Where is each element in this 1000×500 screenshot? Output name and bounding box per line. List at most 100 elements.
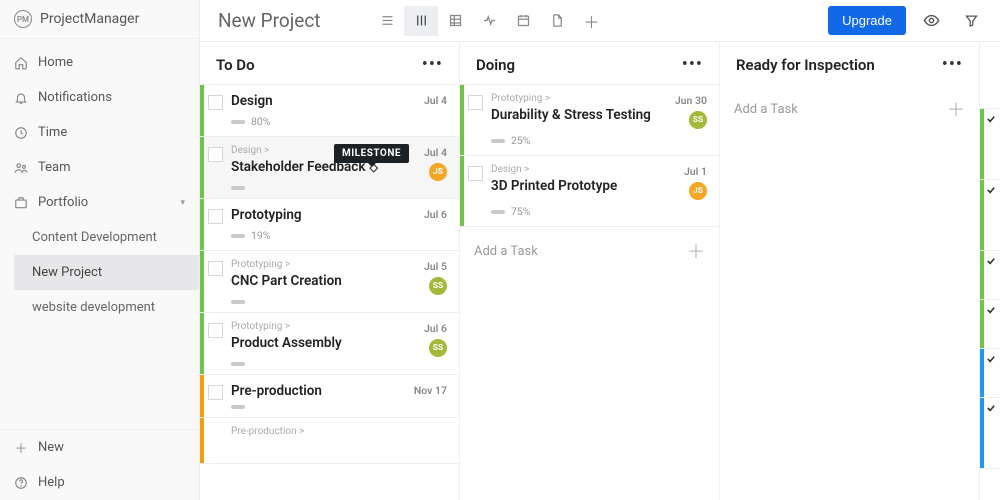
- view-grid-button[interactable]: [438, 6, 472, 36]
- sidebar-item-portfolio[interactable]: Portfolio ▾: [0, 185, 199, 220]
- column-menu-button[interactable]: •••: [422, 63, 443, 67]
- visibility-button[interactable]: [916, 12, 946, 29]
- task-checkbox[interactable]: [468, 95, 483, 110]
- task-checkbox[interactable]: [208, 147, 223, 162]
- sidebar-item-new[interactable]: ＋ New: [0, 430, 199, 465]
- sidebar-item-team[interactable]: Team: [0, 150, 199, 185]
- assignee-avatar[interactable]: SS: [429, 339, 447, 357]
- add-task-label: Add a Task: [734, 102, 798, 117]
- sidebar-item-time[interactable]: Time: [0, 115, 199, 150]
- progress-pct: 75%: [511, 205, 531, 218]
- add-task-button[interactable]: Add a Task ＋: [460, 226, 719, 276]
- milestone-tooltip: MILESTONE: [334, 144, 409, 163]
- task-title: CNC Part Creation: [231, 273, 399, 289]
- task-checkbox[interactable]: [208, 385, 223, 400]
- brand: PM ProjectManager: [0, 0, 199, 39]
- subnav-website-development[interactable]: website development: [14, 290, 199, 325]
- task-card[interactable]: Prototyping > CNC Part Creation Jul 5 SS: [200, 250, 459, 313]
- project-title[interactable]: New Project: [218, 9, 320, 32]
- sidebar-item-label: New: [38, 440, 64, 455]
- assignee-avatar[interactable]: JS: [429, 163, 447, 181]
- primary-nav: Home Notifications Time Team Portfolio ▾…: [0, 39, 199, 429]
- column-title: To Do: [216, 56, 255, 74]
- view-list-button[interactable]: [370, 6, 404, 36]
- view-calendar-button[interactable]: [506, 6, 540, 36]
- subnav-new-project[interactable]: New Project: [14, 255, 199, 290]
- column-body: Prototyping > Durability & Stress Testin…: [460, 84, 719, 500]
- column-ready: Ready for Inspection ••• Add a Task ＋: [720, 42, 980, 500]
- assignee-avatar[interactable]: SS: [689, 111, 707, 129]
- task-checkbox[interactable]: [208, 209, 223, 224]
- portfolio-subnav: Content Development New Project website …: [0, 220, 199, 325]
- task-card[interactable]: Design > Stakeholder Feedback ◇ Jul 4 JS: [200, 136, 459, 199]
- sidebar-item-label: Portfolio: [38, 195, 88, 210]
- people-icon: [14, 161, 28, 175]
- task-card-stub[interactable]: [980, 250, 1000, 300]
- task-card-stub[interactable]: [980, 348, 1000, 398]
- progress-pct: 19%: [251, 229, 271, 242]
- task-title: Pre-production: [231, 383, 399, 399]
- sidebar-item-label: Home: [38, 55, 73, 70]
- task-card[interactable]: Pre-production >: [200, 417, 459, 464]
- progress-bar: [231, 234, 245, 238]
- card-accent: [200, 199, 204, 250]
- column-doing: Doing ••• Prototyping > Durability & Str…: [460, 42, 720, 500]
- filter-button[interactable]: [956, 13, 986, 28]
- assignee-avatar[interactable]: JS: [689, 182, 707, 200]
- task-date: Jul 4: [424, 146, 447, 159]
- task-card-stub[interactable]: [980, 179, 1000, 251]
- task-date: Jul 6: [424, 208, 447, 221]
- card-accent: [200, 375, 204, 417]
- sidebar-item-home[interactable]: Home: [0, 45, 199, 80]
- task-card[interactable]: Design Jul 4 80%: [200, 84, 459, 137]
- sidebar-item-notifications[interactable]: Notifications: [0, 80, 199, 115]
- topbar: New Project ＋ Upgrade: [200, 0, 1000, 42]
- sidebar-item-label: Notifications: [38, 90, 112, 105]
- column-partial-next: [980, 42, 1000, 500]
- column-title: Doing: [476, 56, 515, 74]
- task-card-stub[interactable]: [980, 397, 1000, 469]
- progress-bar: [231, 405, 245, 409]
- sidebar-item-label: Help: [38, 475, 65, 490]
- subnav-content-development[interactable]: Content Development: [14, 220, 199, 255]
- task-title: Durability & Stress Testing: [491, 107, 659, 123]
- progress-bar: [231, 120, 245, 124]
- view-files-button[interactable]: [540, 6, 574, 36]
- task-card-stub[interactable]: [980, 299, 1000, 349]
- upgrade-button[interactable]: Upgrade: [828, 6, 906, 35]
- progress-bar: [231, 300, 245, 304]
- task-breadcrumb: Design >: [491, 164, 659, 175]
- card-accent: [460, 156, 464, 226]
- view-switcher: ＋: [370, 6, 608, 36]
- help-icon: [14, 476, 28, 490]
- column-header: Ready for Inspection •••: [720, 42, 979, 84]
- task-checkbox[interactable]: [208, 261, 223, 276]
- task-card[interactable]: Prototyping Jul 6 19%: [200, 198, 459, 251]
- assignee-avatar[interactable]: SS: [429, 277, 447, 295]
- task-date: Jul 6: [424, 322, 447, 335]
- task-title: Design: [231, 93, 399, 109]
- progress-bar: [231, 186, 245, 190]
- task-checkbox[interactable]: [468, 166, 483, 181]
- view-board-button[interactable]: [404, 6, 438, 36]
- progress-pct: 25%: [511, 134, 531, 147]
- task-checkbox[interactable]: [208, 95, 223, 110]
- task-card[interactable]: Pre-production Nov 17: [200, 374, 459, 418]
- view-add-button[interactable]: ＋: [574, 6, 608, 36]
- task-card[interactable]: Prototyping > Product Assembly Jul 6 SS: [200, 312, 459, 375]
- sidebar-bottom: ＋ New Help: [0, 429, 199, 500]
- column-menu-button[interactable]: •••: [942, 63, 963, 67]
- view-activity-button[interactable]: [472, 6, 506, 36]
- task-date: Jul 5: [424, 260, 447, 273]
- task-card[interactable]: Prototyping > Durability & Stress Testin…: [460, 84, 719, 156]
- sidebar-item-help[interactable]: Help: [0, 465, 199, 500]
- column-menu-button[interactable]: •••: [682, 63, 703, 67]
- chevron-down-icon: ▾: [180, 198, 185, 208]
- progress-pct: 80%: [251, 115, 271, 128]
- task-card-stub[interactable]: [980, 108, 1000, 180]
- brand-name: ProjectManager: [40, 11, 139, 27]
- add-task-button[interactable]: Add a Task ＋: [720, 84, 979, 134]
- task-title: 3D Printed Prototype: [491, 178, 659, 194]
- task-card[interactable]: Design > 3D Printed Prototype Jul 1 JS 7…: [460, 155, 719, 227]
- task-checkbox[interactable]: [208, 323, 223, 338]
